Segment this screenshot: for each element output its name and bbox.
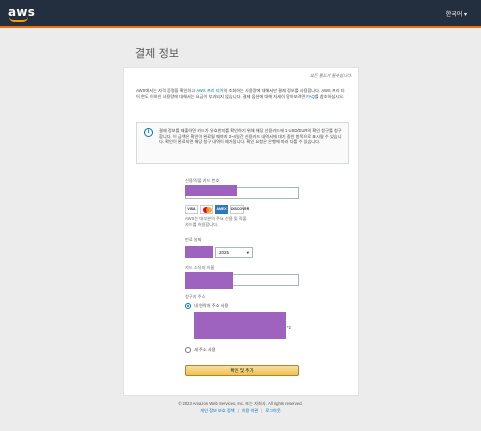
terms-link[interactable]: 이용 약관: [242, 408, 259, 413]
info-icon: i: [144, 128, 153, 137]
billing-address-label: 청구지 주소: [185, 294, 206, 299]
privacy-policy-link[interactable]: 개인 정보 보호 정책: [200, 408, 234, 413]
top-bar: aws 한국어 ▾: [0, 0, 481, 26]
redacted-address: [194, 312, 286, 339]
expiry-year-select[interactable]: 2025 ▾: [215, 247, 253, 258]
mastercard-icon: [200, 205, 213, 214]
new-address-radio[interactable]: [185, 347, 191, 353]
header-accent-rule: [0, 26, 481, 28]
expiry-label: 만료 날짜: [185, 237, 202, 242]
aws-smile-icon: [9, 17, 28, 22]
redacted-expiry-month: [185, 246, 213, 258]
address-note: *2: [287, 325, 291, 330]
card-brand-logos: VISA AMEX DISCOVER: [185, 205, 249, 215]
amex-icon: AMEX: [215, 205, 228, 214]
info-text: 결제 정보를 제출하면 카드가 유효한지를 확인하기 위해 해당 신용카드에 1…: [159, 128, 342, 145]
language-selector[interactable]: 한국어 ▾: [446, 9, 467, 18]
chevron-down-icon: ▾: [246, 250, 249, 255]
footer-links: 개인 정보 보호 정책 | 이용 약관 | 로그아웃: [0, 408, 481, 414]
card-number-label: 신용/직불 카드 번호: [185, 178, 220, 183]
intro-text-start: AWS에서는 자격 증명을 확인하고: [136, 88, 197, 93]
verification-info-box: i 결제 정보를 제출하면 카드가 유효한지를 확인하기 위해 해당 신용카드에…: [136, 122, 349, 164]
cardholder-label: 카드 소유자 이름: [185, 265, 215, 270]
visa-icon: VISA: [185, 205, 198, 214]
expiry-year-value: 2025: [219, 250, 230, 255]
use-my-address-radio[interactable]: [185, 303, 191, 309]
page-title: 결제 정보: [135, 47, 179, 60]
use-my-address-label: 내 연락처 주소 사용: [194, 303, 229, 308]
footer-copyright: © 2023 Amazon Web Services, Inc. 또는 자회사.…: [178, 401, 303, 406]
redacted-cardholder-name: [185, 272, 233, 289]
required-note: 모든 필드가 필수입니다.: [309, 73, 352, 78]
redacted-card-number: [185, 185, 237, 196]
new-address-label: 새 주소 사용: [194, 347, 216, 352]
logout-link[interactable]: 로그아웃: [265, 408, 280, 413]
discover-icon: DISCOVER: [230, 205, 249, 214]
card-support-note: AWS는 대부분의 주요 신용 및 직불 카드를 허용합니다.: [185, 216, 247, 227]
footer-divider: |: [261, 408, 263, 413]
footer-divider: |: [237, 408, 239, 413]
payment-form-card: 모든 필드가 필수입니다. AWS에서는 자격 증명을 확인하고 AWS 프리 …: [123, 67, 359, 396]
intro-text: AWS에서는 자격 증명을 확인하고 AWS 프리 티어의 조회하는 사용량에 …: [136, 88, 348, 99]
verify-and-add-button[interactable]: 확인 및 추가: [185, 365, 299, 376]
intro-text-end: 를 참조하십시오.: [314, 93, 345, 99]
faq-link[interactable]: FAQ: [306, 94, 314, 99]
free-tier-link[interactable]: AWS 프리 티어: [196, 88, 223, 93]
